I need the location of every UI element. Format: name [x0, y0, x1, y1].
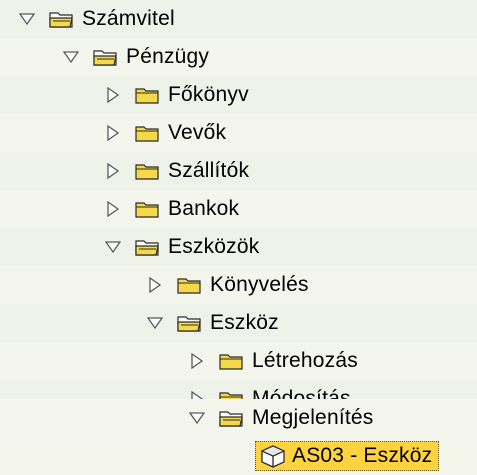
expand-triangle-right-icon[interactable] — [105, 87, 121, 103]
tree-node-fokonyv[interactable]: Főkönyv — [0, 76, 477, 114]
expand-triangle-right-icon[interactable] — [147, 277, 163, 293]
transaction-cube-icon — [260, 445, 286, 468]
expand-triangle-down-icon[interactable] — [63, 49, 79, 65]
open-folder-icon — [219, 410, 243, 427]
open-folder-icon — [93, 49, 117, 66]
folder-icon — [135, 163, 159, 180]
folder-icon — [135, 125, 159, 142]
tree-node-konyveles[interactable]: Könyvelés — [0, 266, 477, 304]
tree-node-vevok[interactable]: Vevők — [0, 114, 477, 152]
tree-node-label: Számvitel — [82, 7, 175, 30]
selected-transaction-item[interactable]: AS03 - Eszköz — [255, 441, 440, 471]
tree-node-szamvitel[interactable]: Számvitel — [0, 0, 477, 38]
folder-icon — [177, 277, 201, 294]
expand-triangle-down-icon[interactable] — [19, 11, 35, 27]
open-folder-icon — [49, 11, 73, 28]
folder-icon — [135, 87, 159, 104]
expand-triangle-right-icon[interactable] — [105, 125, 121, 141]
expand-triangle-down-icon[interactable] — [105, 239, 121, 255]
tree-node-label: Létrehozás — [252, 349, 358, 372]
tree-leaf-as03[interactable]: AS03 - Eszköz — [0, 437, 477, 475]
expand-triangle-down-icon[interactable] — [189, 410, 205, 426]
open-folder-icon — [135, 239, 159, 256]
tree-node-bankok[interactable]: Bankok — [0, 190, 477, 228]
tree-node-eszkozok[interactable]: Eszközök — [0, 228, 477, 266]
tree-node-megjelenites[interactable]: Megjelenítés — [0, 399, 477, 437]
tree-node-label: Eszköz — [210, 311, 279, 334]
tree-node-eszkoz[interactable]: Eszköz — [0, 304, 477, 342]
tree-node-label: Vevők — [168, 121, 227, 144]
tree-node-szallitok[interactable]: Szállítók — [0, 152, 477, 190]
folder-icon — [135, 201, 159, 218]
open-folder-icon — [177, 315, 201, 332]
expand-triangle-right-icon[interactable] — [105, 201, 121, 217]
tree-node-label: Könyvelés — [210, 273, 309, 296]
expand-triangle-down-icon[interactable] — [147, 315, 163, 331]
navigation-tree: Számvitel Pénzügy Főkönyv Vevők Szállító… — [0, 0, 477, 475]
tree-node-letrehozas[interactable]: Létrehozás — [0, 342, 477, 380]
tree-node-label: Szállítók — [168, 159, 250, 182]
expand-triangle-right-icon[interactable] — [105, 163, 121, 179]
tree-node-label: Pénzügy — [126, 45, 210, 68]
expand-triangle-right-icon[interactable] — [189, 353, 205, 369]
tree-node-label: Bankok — [168, 197, 240, 220]
tree-node-penzugy[interactable]: Pénzügy — [0, 38, 477, 76]
tree-leaf-label: AS03 - Eszköz — [292, 444, 433, 467]
tree-node-label: Főkönyv — [168, 83, 249, 106]
tree-node-label: Eszközök — [168, 235, 260, 258]
folder-icon — [219, 353, 243, 370]
tree-node-label: Megjelenítés — [252, 406, 374, 429]
